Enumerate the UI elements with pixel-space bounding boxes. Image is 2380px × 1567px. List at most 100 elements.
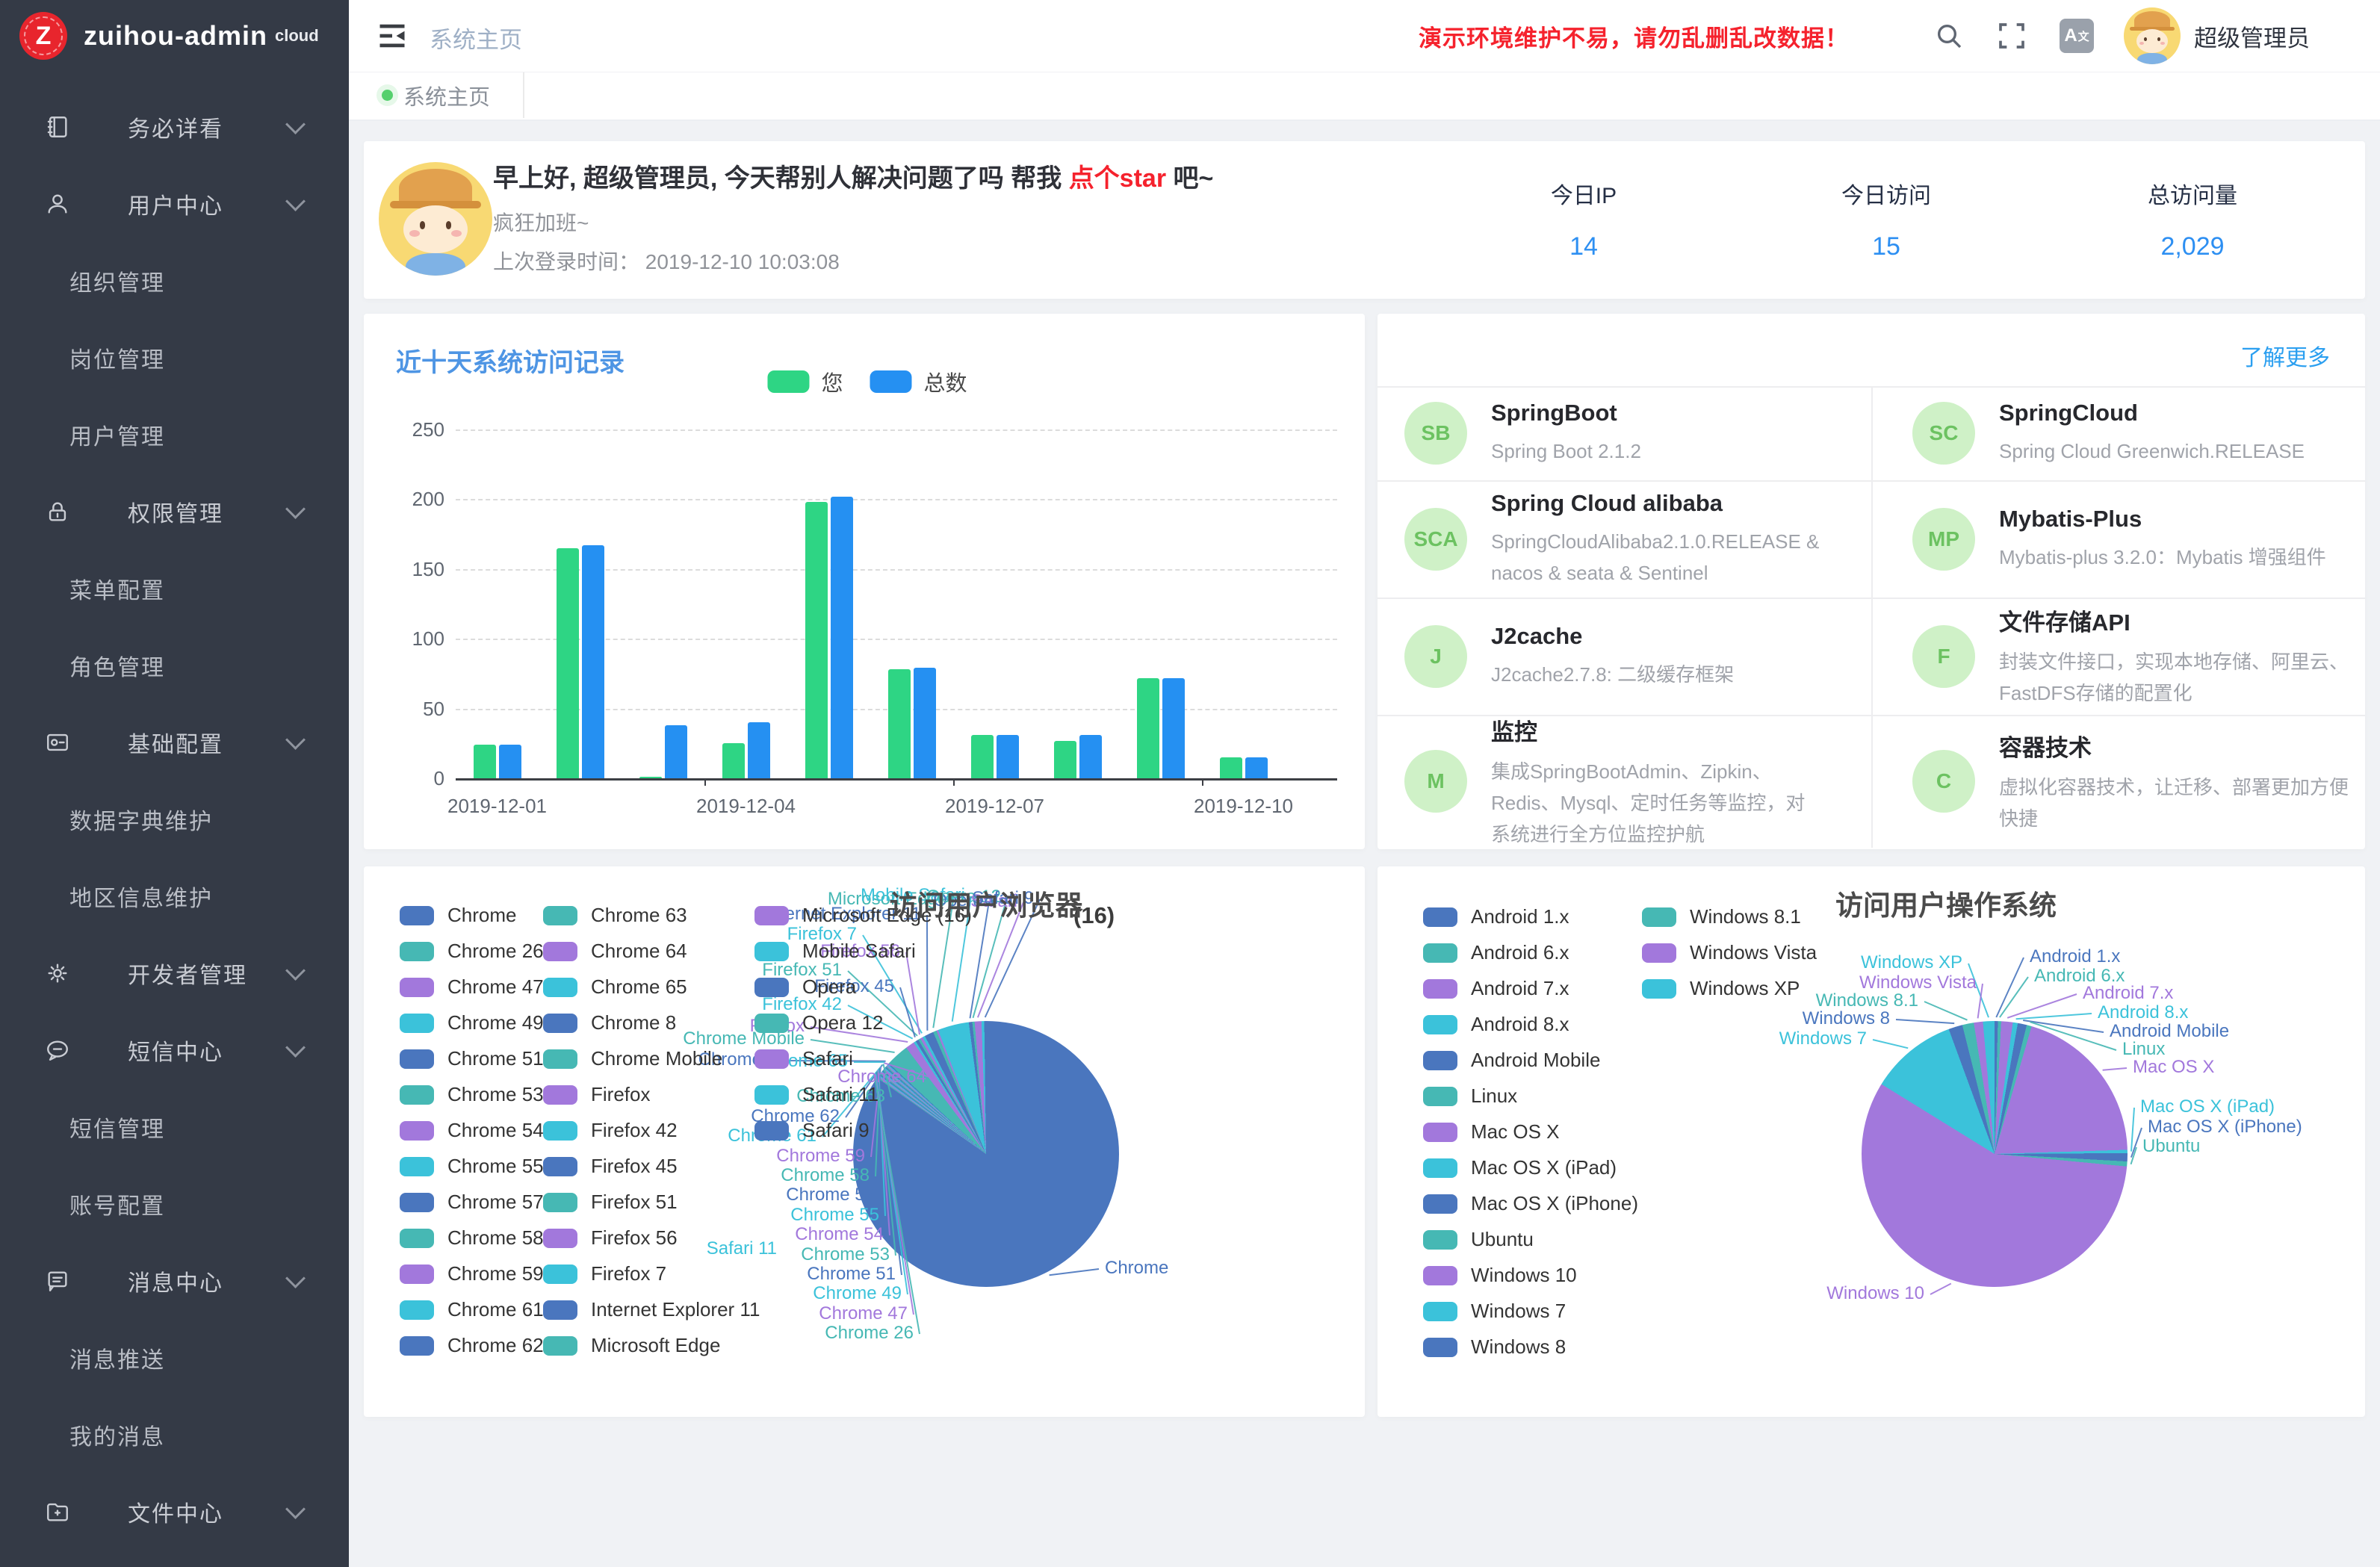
sidebar-item-账号配置[interactable]: 账号配置 — [0, 1165, 349, 1242]
legend-item-Android 6.x[interactable]: Android 6.x — [1423, 941, 1569, 964]
legend-item-Firefox 56[interactable]: Firefox 56 — [543, 1226, 678, 1250]
sidebar-item-基础配置[interactable]: 基础配置 — [0, 704, 349, 781]
legend-item-Chrome 62[interactable]: Chrome 62 — [400, 1334, 544, 1357]
legend-item-Chrome[interactable]: Chrome — [400, 904, 516, 927]
sidebar-item-开发者管理[interactable]: 开发者管理 — [0, 934, 349, 1011]
legend-item-Chrome 63[interactable]: Chrome 63 — [543, 904, 687, 927]
sidebar-item-消息中心[interactable]: 消息中心 — [0, 1242, 349, 1319]
legend-label: Firefox 51 — [591, 1191, 678, 1214]
username[interactable]: 超级管理员 — [2194, 19, 2310, 53]
legend-item-Chrome 53[interactable]: Chrome 53 — [400, 1083, 544, 1106]
tech-item-文件存储API[interactable]: F文件存储API封装文件接口，实现本地存储、阿里云、FastDFS存储的配置化 — [1912, 598, 2353, 715]
legend-item-Android Mobile[interactable]: Android Mobile — [1423, 1049, 1600, 1072]
legend-item-Chrome 59[interactable]: Chrome 59 — [400, 1262, 544, 1285]
legend-item-Chrome 58[interactable]: Chrome 58 — [400, 1226, 544, 1250]
language-icon[interactable]: A文 — [2060, 19, 2094, 53]
sidebar-item-菜单配置[interactable]: 菜单配置 — [0, 550, 349, 627]
legend-item-Opera[interactable]: Opera — [754, 975, 856, 999]
legend-item-Chrome Mobile[interactable]: Chrome Mobile — [543, 1047, 722, 1070]
legend-item-Mac OS X (iPad)[interactable]: Mac OS X (iPad) — [1423, 1156, 1617, 1179]
legend-item-您[interactable]: 您 — [767, 366, 843, 397]
legend-item-Ubuntu[interactable]: Ubuntu — [1423, 1228, 1534, 1251]
tech-item-SpringCloud[interactable]: SCSpringCloudSpring Cloud Greenwich.RELE… — [1912, 386, 2353, 480]
legend-item-Chrome 8[interactable]: Chrome 8 — [543, 1011, 676, 1034]
legend-item-Linux[interactable]: Linux — [1423, 1085, 1517, 1108]
tech-item-Spring Cloud alibaba[interactable]: SCASpring Cloud alibabaSpringCloudAlibab… — [1404, 480, 1823, 598]
user-avatar[interactable] — [2124, 7, 2181, 64]
legend-item-总数[interactable]: 总数 — [870, 366, 967, 397]
tech-item-J2cache[interactable]: JJ2cacheJ2cache2.7.8: 二级缓存框架 — [1404, 598, 1823, 715]
tech-title: SpringCloud — [1999, 400, 2305, 426]
logo[interactable]: Z zuihou-admin cloud — [0, 0, 349, 72]
legend-item-Firefox 45[interactable]: Firefox 45 — [543, 1155, 678, 1178]
legend-item-Firefox 42[interactable]: Firefox 42 — [543, 1119, 678, 1142]
sidebar-item-组织管理[interactable]: 组织管理 — [0, 242, 349, 319]
legend-item-Chrome 26[interactable]: Chrome 26 — [400, 940, 544, 963]
sidebar-item-短信中心[interactable]: 短信中心 — [0, 1011, 349, 1088]
legend-item-Windows 10[interactable]: Windows 10 — [1423, 1264, 1577, 1287]
sidebar-item-文件中心[interactable]: 文件中心 — [0, 1473, 349, 1550]
tab-system-home[interactable]: 系统主页 — [349, 72, 524, 118]
sidebar-item-短信管理[interactable]: 短信管理 — [0, 1088, 349, 1165]
legend-label: Linux — [1471, 1085, 1517, 1108]
sidebar-item-地区信息维护[interactable]: 地区信息维护 — [0, 857, 349, 934]
legend-swatch — [400, 1014, 434, 1033]
legend-item-Mac OS X[interactable]: Mac OS X — [1423, 1120, 1559, 1144]
pie-label-Chrome 49: Chrome 49 — [813, 1283, 902, 1304]
legend-item-Safari 9[interactable]: Safari 9 — [754, 1119, 870, 1142]
legend-item-Chrome 54[interactable]: Chrome 54 — [400, 1119, 544, 1142]
sidebar-item-数据字典维护[interactable]: 数据字典维护 — [0, 781, 349, 857]
sidebar-item-角色管理[interactable]: 角色管理 — [0, 627, 349, 704]
tech-item-监控[interactable]: M监控集成SpringBootAdmin、Zipkin、Redis、Mysql、… — [1404, 715, 1823, 848]
sidebar-item-消息推送[interactable]: 消息推送 — [0, 1319, 349, 1396]
sidebar-item-我的消息[interactable]: 我的消息 — [0, 1396, 349, 1473]
legend-item-Internet Explorer 11[interactable]: Internet Explorer 11 — [543, 1298, 760, 1321]
legend-item-Android 1.x[interactable]: Android 1.x — [1423, 905, 1569, 928]
legend-item-Chrome 55[interactable]: Chrome 55 — [400, 1155, 544, 1178]
legend-swatch — [1423, 907, 1457, 927]
collapse-menu-icon[interactable] — [376, 19, 409, 52]
legend-item-Mobile Safari[interactable]: Mobile Safari — [754, 940, 916, 963]
legend-item-Windows 7[interactable]: Windows 7 — [1423, 1300, 1566, 1323]
fullscreen-icon[interactable] — [1997, 21, 2027, 51]
legend-item-Chrome 64[interactable]: Chrome 64 — [543, 940, 687, 963]
tech-item-容器技术[interactable]: C容器技术虚拟化容器技术，让迁移、部署更加方便快捷 — [1912, 715, 2353, 848]
legend-item-Firefox[interactable]: Firefox — [543, 1083, 650, 1106]
tech-item-Mybatis-Plus[interactable]: MPMybatis-PlusMybatis-plus 3.2.0：Mybatis… — [1912, 480, 2353, 598]
legend-swatch — [400, 1229, 434, 1248]
legend-item-Android 8.x[interactable]: Android 8.x — [1423, 1013, 1569, 1036]
sidebar-item-权限管理[interactable]: 权限管理 — [0, 473, 349, 550]
legend-item-Firefox 51[interactable]: Firefox 51 — [543, 1191, 678, 1214]
legend-item-Safari[interactable]: Safari — [754, 1047, 853, 1070]
legend-item-Chrome 49[interactable]: Chrome 49 — [400, 1011, 544, 1034]
legend-item-Safari 11[interactable]: Safari 11 — [754, 1083, 878, 1106]
legend-item-Firefox 7[interactable]: Firefox 7 — [543, 1262, 666, 1285]
legend-item-Chrome 51[interactable]: Chrome 51 — [400, 1047, 544, 1070]
legend-item-Microsoft Edge[interactable]: Microsoft Edge — [543, 1334, 720, 1357]
legend-item-Android 7.x[interactable]: Android 7.x — [1423, 977, 1569, 1000]
greeting-title: 早上好, 超级管理员, 今天帮别人解决问题了吗 帮我 点个star 吧~ — [493, 158, 1213, 194]
pie-label-Mac OS X: Mac OS X — [2133, 1057, 2214, 1078]
sidebar-item-岗位管理[interactable]: 岗位管理 — [0, 319, 349, 396]
legend-item-Chrome 47[interactable]: Chrome 47 — [400, 975, 544, 999]
legend-label: Safari 9 — [802, 1119, 870, 1142]
tech-title: 监控 — [1491, 713, 1823, 747]
legend-item-Windows 8[interactable]: Windows 8 — [1423, 1335, 1566, 1359]
legend-item-Chrome 57[interactable]: Chrome 57 — [400, 1191, 544, 1214]
star-link[interactable]: 点个star — [1069, 164, 1166, 193]
legend-swatch — [1423, 1302, 1457, 1321]
sidebar-item-用户中心[interactable]: 用户中心 — [0, 165, 349, 242]
sidebar-item-用户管理[interactable]: 用户管理 — [0, 396, 349, 473]
legend-item-Windows Vista[interactable]: Windows Vista — [1642, 941, 1817, 964]
legend-item-Mac OS X (iPhone)[interactable]: Mac OS X (iPhone) — [1423, 1192, 1638, 1215]
legend-swatch — [400, 942, 434, 961]
tech-item-SpringBoot[interactable]: SBSpringBootSpring Boot 2.1.2 — [1404, 386, 1823, 480]
legend-item-Chrome 65[interactable]: Chrome 65 — [543, 975, 687, 999]
legend-item-Chrome 61[interactable]: Chrome 61 — [400, 1298, 544, 1321]
sidebar-item-务必详看[interactable]: 务必详看 — [0, 88, 349, 165]
search-icon[interactable] — [1934, 21, 1964, 51]
learn-more-link[interactable]: 了解更多 — [2240, 339, 2330, 372]
logo-text: zuihou-admin — [84, 20, 267, 52]
legend-item-Windows XP[interactable]: Windows XP — [1642, 977, 1800, 1000]
legend-item-Opera 12[interactable]: Opera 12 — [754, 1011, 883, 1034]
